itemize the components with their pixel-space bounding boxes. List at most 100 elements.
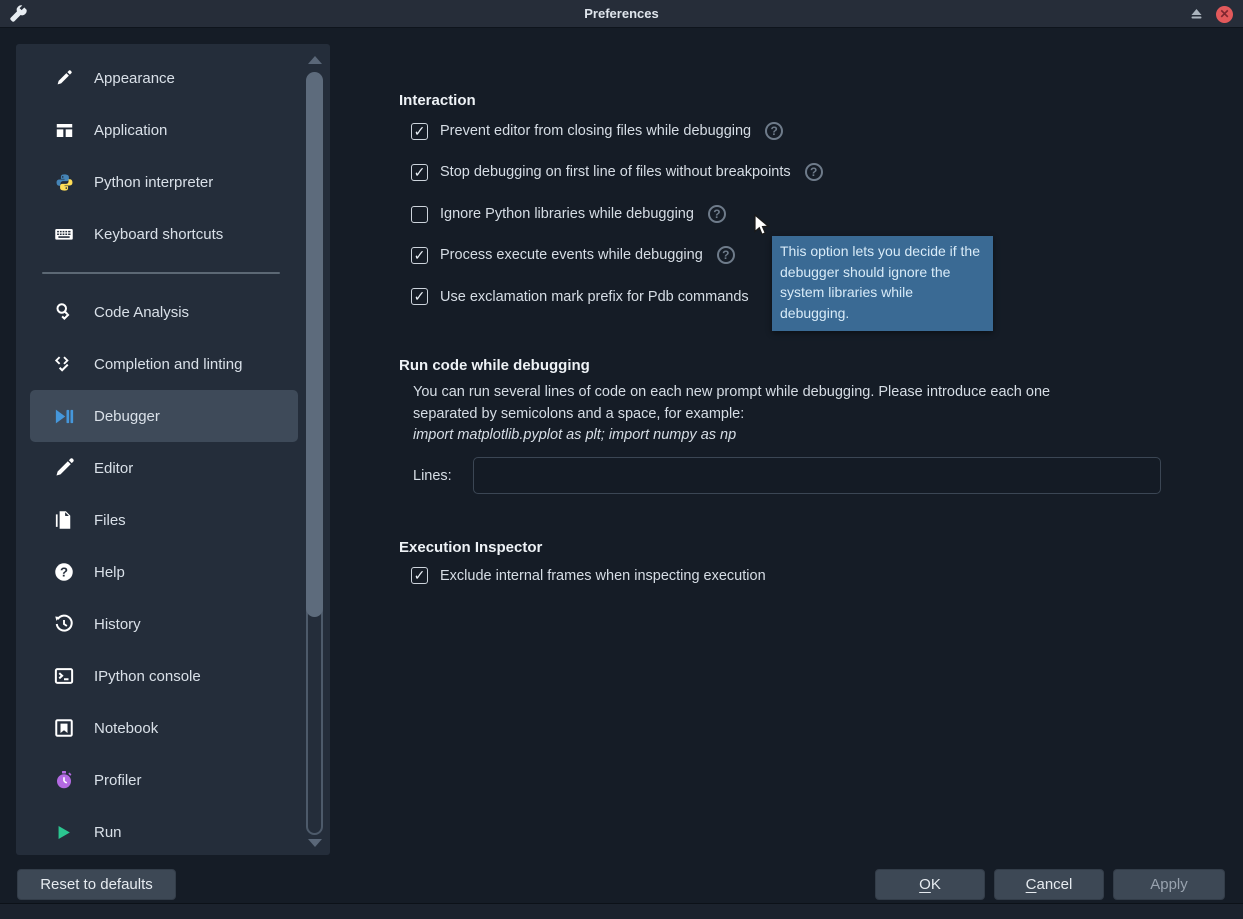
option-label: Stop debugging on first line of files wi… [440,164,791,180]
sidebar-divider [42,272,280,274]
lines-input[interactable] [473,457,1161,494]
help-icon[interactable]: ? [765,122,783,140]
sidebar-item-help[interactable]: ? Help [30,546,298,598]
sidebar-item-appearance[interactable]: Appearance [30,52,298,104]
option-label: Exclude internal frames when inspecting … [440,568,766,584]
sidebar-item-label: Run [94,824,122,841]
help-icon: ? [54,562,74,582]
checkbox-prevent-editor-closing[interactable]: ✓ [411,123,428,140]
option-label: Use exclamation mark prefix for Pdb comm… [440,289,749,305]
python-icon [54,172,74,192]
editor-icon [54,458,74,478]
reset-button-label: Reset to defaults [40,876,153,893]
application-icon [54,120,74,140]
scrollbar-track[interactable] [306,590,323,835]
keyboard-icon [54,224,74,244]
help-icon[interactable]: ? [708,205,726,223]
run-code-description: You can run several lines of code on eac… [413,382,1050,447]
window-title: Preferences [0,6,1243,21]
reset-to-defaults-button[interactable]: Reset to defaults [17,869,176,900]
titlebar: Preferences ✕ [0,0,1243,28]
sidebar-item-label: Help [94,564,125,581]
checkbox-ignore-python-libraries[interactable] [411,206,428,223]
sidebar-item-run[interactable]: Run [30,806,298,858]
shade-window-icon[interactable] [1188,6,1204,22]
option-prevent-editor-closing: ✓ Prevent editor from closing files whil… [411,122,783,140]
checkbox-exclude-internal-frames[interactable]: ✓ [411,567,428,584]
option-exclamation-prefix-pdb: ✓ Use exclamation mark prefix for Pdb co… [411,288,749,305]
scrollbar-thumb[interactable] [306,72,323,617]
sidebar-item-label: Completion and linting [94,356,242,373]
help-tooltip: This option lets you decide if the debug… [772,236,993,331]
completion-icon [54,354,74,374]
wrench-icon [9,5,27,23]
option-exclude-internal-frames: ✓ Exclude internal frames when inspectin… [411,567,766,584]
sidebar-item-notebook[interactable]: Notebook [30,702,298,754]
sidebar-item-label: Notebook [94,720,158,737]
sidebar-item-editor[interactable]: Editor [30,442,298,494]
checkbox-stop-first-line[interactable]: ✓ [411,164,428,181]
run-code-example: import matplotlib.pyplot as plt; import … [413,425,1050,447]
run-code-description-line2: separated by semicolons and a space, for… [413,404,1050,426]
run-code-description-line1: You can run several lines of code on eac… [413,382,1050,404]
option-label: Prevent editor from closing files while … [440,123,751,139]
cancel-button-label: C [1026,876,1037,893]
appearance-icon [54,68,74,88]
sidebar-item-label: Python interpreter [94,174,213,191]
sidebar-item-label: Profiler [94,772,142,789]
sidebar-item-label: IPython console [94,668,201,685]
option-stop-first-line: ✓ Stop debugging on first line of files … [411,163,823,181]
ok-button-label: O [919,876,931,893]
history-icon [54,614,74,634]
sidebar-item-label: History [94,616,141,633]
close-icon[interactable]: ✕ [1216,6,1233,23]
sidebar-item-completion-linting[interactable]: Completion and linting [30,338,298,390]
run-icon [54,822,74,842]
option-ignore-python-libraries: Ignore Python libraries while debugging … [411,205,726,223]
sidebar-item-history[interactable]: History [30,598,298,650]
ok-button[interactable]: OK [875,869,985,900]
sidebar-item-application[interactable]: Application [30,104,298,156]
sidebar-scrollbar [304,50,328,849]
checkbox-process-execute-events[interactable]: ✓ [411,247,428,264]
sidebar-item-label: Files [94,512,126,529]
help-icon[interactable]: ? [805,163,823,181]
sidebar-item-label: Appearance [94,70,175,87]
option-label: Process execute events while debugging [440,247,703,263]
apply-button-label: Apply [1150,876,1188,893]
option-process-execute-events: ✓ Process execute events while debugging… [411,246,735,264]
sidebar-item-label: Editor [94,460,133,477]
mouse-cursor [753,214,773,236]
files-icon [54,510,74,530]
ipython-console-icon [54,666,74,686]
option-label: Ignore Python libraries while debugging [440,206,694,222]
scroll-up-icon[interactable] [308,56,322,64]
sidebar-item-files[interactable]: Files [30,494,298,546]
debugger-icon [54,406,74,426]
sidebar-item-python-interpreter[interactable]: Python interpreter [30,156,298,208]
sidebar-item-label: Code Analysis [94,304,189,321]
sidebar-item-code-analysis[interactable]: Code Analysis [30,286,298,338]
section-title-interaction: Interaction [399,92,476,109]
sidebar-item-debugger[interactable]: Debugger [30,390,298,442]
help-icon[interactable]: ? [717,246,735,264]
sidebar-item-label: Debugger [94,408,160,425]
sidebar-item-profiler[interactable]: Profiler [30,754,298,806]
sidebar-item-label: Keyboard shortcuts [94,226,223,243]
sidebar-item-label: Application [94,122,167,139]
preferences-sidebar: Appearance Application Python interprete… [16,44,330,855]
apply-button[interactable]: Apply [1113,869,1225,900]
notebook-icon [54,718,74,738]
section-title-run-code: Run code while debugging [399,357,590,374]
cancel-button[interactable]: Cancel [994,869,1104,900]
lines-label: Lines: [413,468,452,484]
sidebar-item-keyboard-shortcuts[interactable]: Keyboard shortcuts [30,208,298,260]
checkbox-exclamation-prefix-pdb[interactable]: ✓ [411,288,428,305]
scroll-down-icon[interactable] [308,839,322,847]
profiler-icon [54,770,74,790]
footer-strip [0,904,1243,919]
sidebar-item-ipython-console[interactable]: IPython console [30,650,298,702]
code-analysis-icon [54,302,74,322]
section-title-execution-inspector: Execution Inspector [399,539,542,556]
svg-text:?: ? [60,565,68,580]
